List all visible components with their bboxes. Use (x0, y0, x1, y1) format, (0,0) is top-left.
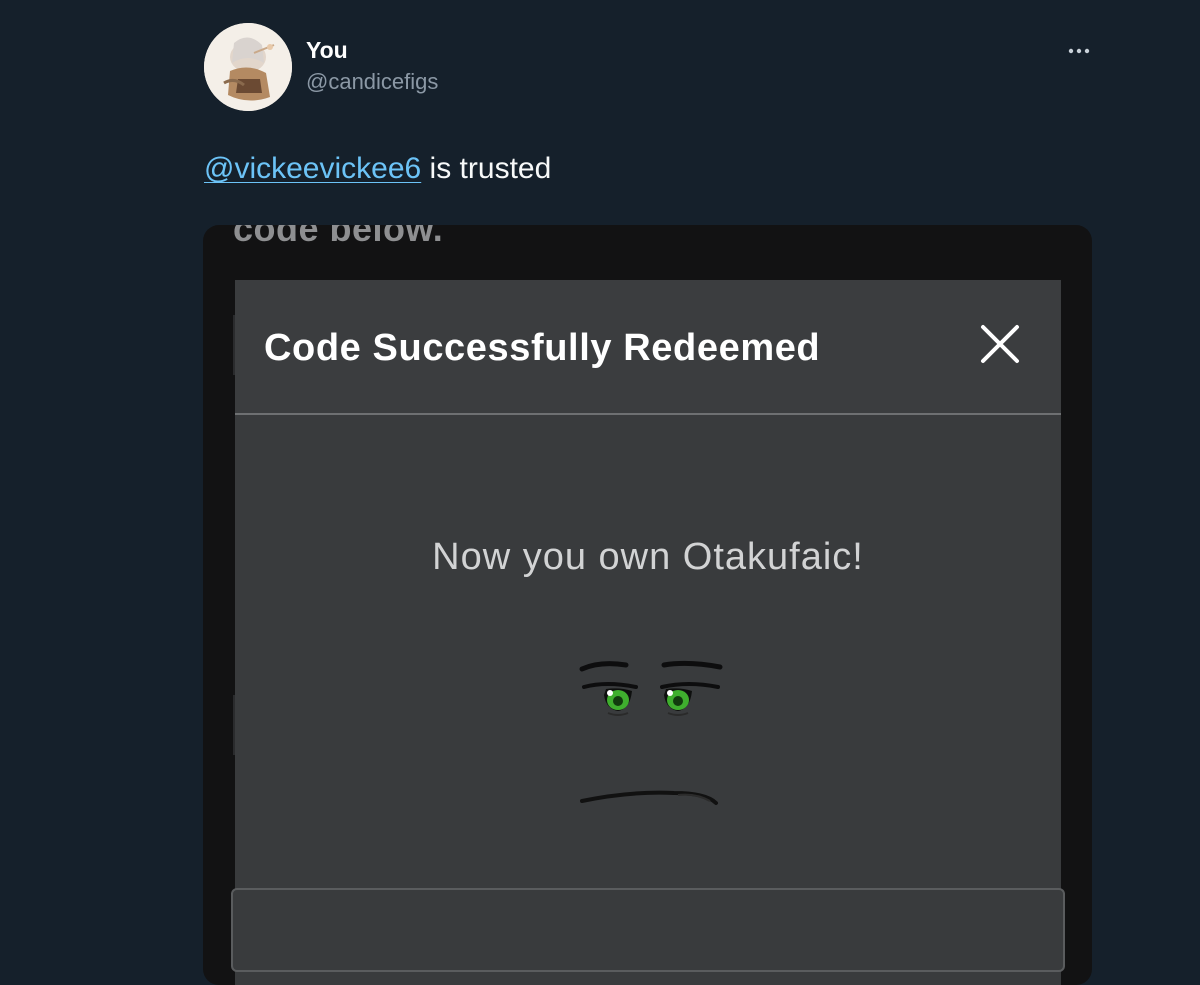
avatar[interactable] (204, 23, 292, 111)
close-icon (976, 320, 1024, 368)
tweet-text: @vickeevickee6 is trusted (204, 150, 551, 188)
redeem-modal: Code Successfully Redeemed Now you own O… (231, 280, 1065, 985)
tweet-media-image[interactable]: code below. Code Successfully Redeemed N… (203, 225, 1092, 985)
tweet-text-body: is trusted (421, 152, 552, 185)
modal-title: Code Successfully Redeemed (264, 327, 821, 369)
modal-message: Now you own Otakufaic! (432, 536, 864, 578)
close-button[interactable] (976, 320, 1024, 368)
tweet: You @candicefigs @vickeevickee6 is trust… (0, 0, 1200, 985)
author-handle[interactable]: @candicefigs (306, 68, 438, 96)
otakufaic-face-icon (570, 625, 730, 825)
mention-link[interactable]: @vickeevickee6 (204, 152, 421, 185)
media-caption: code below. (233, 225, 444, 249)
more-horizontal-icon (1068, 48, 1090, 54)
more-options-button[interactable] (1060, 38, 1098, 64)
modal-header: Code Successfully Redeemed (235, 280, 1061, 415)
author-display-name[interactable]: You (306, 36, 348, 64)
modal-action-area (231, 888, 1065, 972)
